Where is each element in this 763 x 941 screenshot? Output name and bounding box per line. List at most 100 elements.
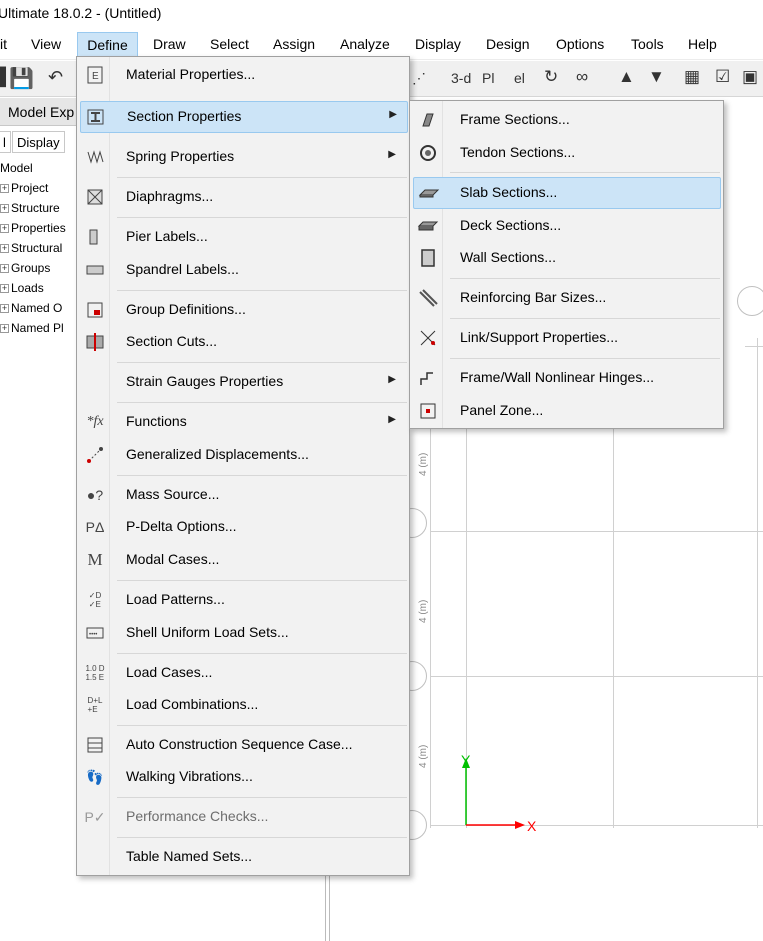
- load-combo-icon: D+L +E: [87, 696, 103, 714]
- expand-icon[interactable]: +: [0, 204, 9, 214]
- expand-icon[interactable]: +: [0, 184, 9, 194]
- expand-icon[interactable]: +: [0, 264, 9, 274]
- menu-item-table-named-sets[interactable]: Table Named Sets...: [80, 842, 406, 872]
- menu-item-modal-cases[interactable]: M Modal Cases...: [80, 545, 406, 575]
- menu-separator: [117, 837, 407, 838]
- menu-separator: [117, 217, 407, 218]
- menu-item-section-properties[interactable]: Section Properties ▶: [80, 101, 408, 133]
- menu-item-mass-source[interactable]: ●? Mass Source...: [80, 480, 406, 510]
- menu-item-nonlinear-hinges[interactable]: Frame/Wall Nonlinear Hinges...: [413, 363, 719, 393]
- spring-icon: [80, 142, 110, 172]
- tree-item-structure[interactable]: + Structure: [0, 198, 66, 218]
- menu-item-load-patterns[interactable]: ✓D ✓E Load Patterns...: [80, 585, 406, 615]
- menu-item-link-support-properties[interactable]: Link/Support Properties...: [413, 323, 719, 353]
- link-icon: [413, 323, 443, 353]
- grid-bubble[interactable]: [737, 286, 763, 316]
- tree-item-named-plots[interactable]: + Named Pl: [0, 318, 66, 338]
- snap-icon[interactable]: ⋰: [412, 70, 426, 87]
- menu-separator: [450, 318, 720, 319]
- tree-item-structural[interactable]: + Structural: [0, 238, 66, 258]
- tree-item-named-output[interactable]: + Named O: [0, 298, 66, 318]
- rotate-icon[interactable]: ↻: [544, 67, 558, 87]
- menu-item-spring-properties[interactable]: Spring Properties ▶: [80, 142, 406, 172]
- performance-icon: P✓: [84, 808, 106, 825]
- menu-item-load-cases[interactable]: 1.0 D 1.5 E Load Cases...: [80, 658, 406, 688]
- extra-tool-icon[interactable]: ▣: [742, 67, 758, 87]
- tree-item-loads[interactable]: + Loads: [0, 278, 66, 298]
- menu-separator: [117, 725, 407, 726]
- menu-display[interactable]: Display: [415, 36, 461, 52]
- expand-icon[interactable]: +: [0, 284, 9, 294]
- undo-icon[interactable]: ↶: [48, 67, 63, 88]
- menu-item-tendon-sections[interactable]: Tendon Sections...: [413, 138, 719, 168]
- tree-root[interactable]: Model: [0, 158, 66, 178]
- expand-icon[interactable]: +: [0, 244, 9, 254]
- menu-item-auto-construction-sequence[interactable]: Auto Construction Sequence Case...: [80, 730, 406, 760]
- expand-icon[interactable]: +: [0, 304, 9, 314]
- menu-item-shell-uniform-load-sets[interactable]: •••• Shell Uniform Load Sets...: [80, 618, 406, 648]
- tree-item-groups[interactable]: + Groups: [0, 258, 66, 278]
- menu-item-group-definitions[interactable]: Group Definitions...: [80, 295, 406, 325]
- glasses-icon[interactable]: ∞: [576, 67, 588, 87]
- menu-item-wall-sections[interactable]: Wall Sections...: [413, 243, 719, 273]
- menu-item-material-properties[interactable]: E Material Properties...: [80, 60, 406, 90]
- menu-item-reinforcing-bar-sizes[interactable]: Reinforcing Bar Sizes...: [413, 283, 719, 313]
- menu-separator: [117, 475, 407, 476]
- tree-item-properties[interactable]: + Properties: [0, 218, 66, 238]
- plan-view-icon[interactable]: Pl: [482, 70, 494, 86]
- menu-separator: [117, 653, 407, 654]
- submenu-arrow-icon: ▶: [388, 414, 396, 425]
- menu-view[interactable]: View: [31, 36, 61, 52]
- grid-line-horizontal: [430, 531, 763, 532]
- view-3d-button[interactable]: 3-d: [451, 70, 471, 86]
- menu-item-frame-sections[interactable]: Frame Sections...: [413, 105, 719, 135]
- menu-tools[interactable]: Tools: [631, 36, 664, 52]
- diaphragm-icon: [80, 182, 110, 212]
- menu-separator: [450, 278, 720, 279]
- menu-item-pier-labels[interactable]: Pier Labels...: [80, 222, 406, 252]
- model-explorer: Model Exp l Display Model + Project + Stru…: [0, 98, 80, 941]
- menu-item-generalized-displacements[interactable]: Generalized Displacements...: [80, 440, 406, 470]
- menu-item-strain-gauges[interactable]: Strain Gauges Properties ▶: [80, 367, 406, 397]
- save-icon[interactable]: 💾: [9, 66, 34, 91]
- tab-display[interactable]: Display: [12, 131, 65, 153]
- menu-options[interactable]: Options: [556, 36, 604, 52]
- menu-item-panel-zone[interactable]: Panel Zone...: [413, 396, 719, 426]
- expand-icon[interactable]: +: [0, 224, 9, 234]
- move-up-icon[interactable]: ▲: [618, 67, 635, 87]
- checkbox-icon[interactable]: ☑: [715, 67, 730, 87]
- menu-draw[interactable]: Draw: [153, 36, 186, 52]
- elevation-view-icon[interactable]: el: [514, 70, 525, 86]
- slab-icon: [414, 178, 444, 208]
- menu-help[interactable]: Help: [688, 36, 717, 52]
- menu-item-deck-sections[interactable]: Deck Sections...: [413, 211, 719, 241]
- grid-line-vertical: [757, 338, 758, 828]
- dimension-label: 4 (m): [418, 452, 429, 476]
- section-properties-submenu: Frame Sections... Tendon Sections... Sla…: [409, 100, 724, 429]
- spandrel-icon: [80, 255, 110, 285]
- menu-item-slab-sections[interactable]: Slab Sections...: [413, 177, 721, 209]
- menu-analyze[interactable]: Analyze: [340, 36, 390, 52]
- menu-separator: [117, 290, 407, 291]
- menu-item-section-cuts[interactable]: Section Cuts...: [80, 327, 406, 357]
- menu-assign[interactable]: Assign: [273, 36, 315, 52]
- menu-item-walking-vibrations[interactable]: 👣 Walking Vibrations...: [80, 762, 406, 792]
- menu-item-diaphragms[interactable]: Diaphragms...: [80, 182, 406, 212]
- menu-design[interactable]: Design: [486, 36, 530, 52]
- menu-item-spandrel-labels[interactable]: Spandrel Labels...: [80, 255, 406, 285]
- menu-select[interactable]: Select: [210, 36, 249, 52]
- menu-edit[interactable]: it: [0, 36, 7, 52]
- tab-model[interactable]: l: [0, 131, 11, 153]
- tree-item-project[interactable]: + Project: [0, 178, 66, 198]
- deck-icon: [413, 211, 443, 241]
- menu-item-p-delta-options[interactable]: PΔ P-Delta Options...: [80, 512, 406, 542]
- move-down-icon[interactable]: ▼: [648, 67, 665, 87]
- section-cut-icon: [80, 327, 110, 357]
- menu-define[interactable]: Define: [77, 32, 138, 59]
- axis-x-label: X: [527, 818, 537, 834]
- menu-item-functions[interactable]: *fx Functions ▶: [80, 407, 406, 437]
- expand-icon[interactable]: +: [0, 324, 9, 334]
- rebar-icon: [413, 283, 443, 313]
- grid-icon[interactable]: ▦: [684, 67, 700, 87]
- menu-item-load-combinations[interactable]: D+L +E Load Combinations...: [80, 690, 406, 720]
